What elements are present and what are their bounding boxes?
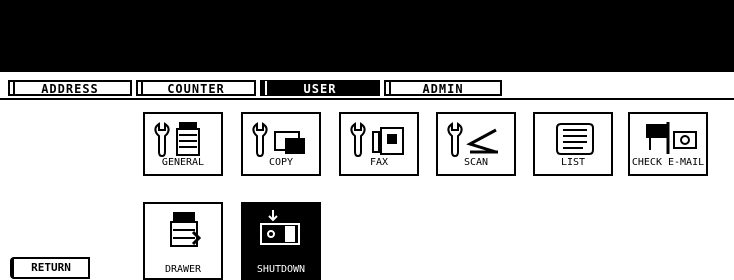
tab-bar: ADDRESS COUNTER USER ADMIN (8, 80, 726, 98)
scan-label: SCAN (463, 157, 489, 168)
check-email-label: CHECK E-MAIL (631, 157, 705, 168)
tab-admin-label: ADMIN (422, 82, 464, 96)
tab-counter-label: COUNTER (167, 82, 225, 96)
tab-user-label: USER (303, 82, 337, 96)
shutdown-label: SHUTDOWN (256, 264, 306, 275)
return-button[interactable]: RETURN (10, 257, 90, 279)
tab-counter[interactable]: COUNTER (136, 80, 256, 96)
tab-underline (0, 98, 734, 100)
shutdown-button[interactable]: SHUTDOWN (241, 202, 321, 280)
shutdown-icon (260, 210, 300, 245)
tab-user[interactable]: USER (260, 80, 380, 96)
copy-button[interactable]: COPY (241, 112, 321, 176)
drawer-label: DRAWER (164, 264, 202, 275)
scan-button[interactable]: SCAN (436, 112, 516, 176)
general-label: GENERAL (161, 157, 205, 168)
top-message-bar (0, 0, 734, 72)
fax-button[interactable]: FAX (339, 112, 419, 176)
return-label: RETURN (31, 261, 71, 274)
list-button[interactable]: LIST (533, 112, 613, 176)
tab-address-label: ADDRESS (41, 82, 99, 96)
list-label: LIST (560, 157, 586, 168)
copy-label: COPY (268, 157, 294, 168)
copier-drawer-icon (170, 212, 202, 247)
fax-label: FAX (369, 157, 389, 168)
tab-admin[interactable]: ADMIN (384, 80, 502, 96)
check-email-button[interactable]: CHECK E-MAIL (628, 112, 708, 176)
general-button[interactable]: GENERAL (143, 112, 223, 176)
drawer-button[interactable]: DRAWER (143, 202, 223, 280)
tab-address[interactable]: ADDRESS (8, 80, 132, 96)
